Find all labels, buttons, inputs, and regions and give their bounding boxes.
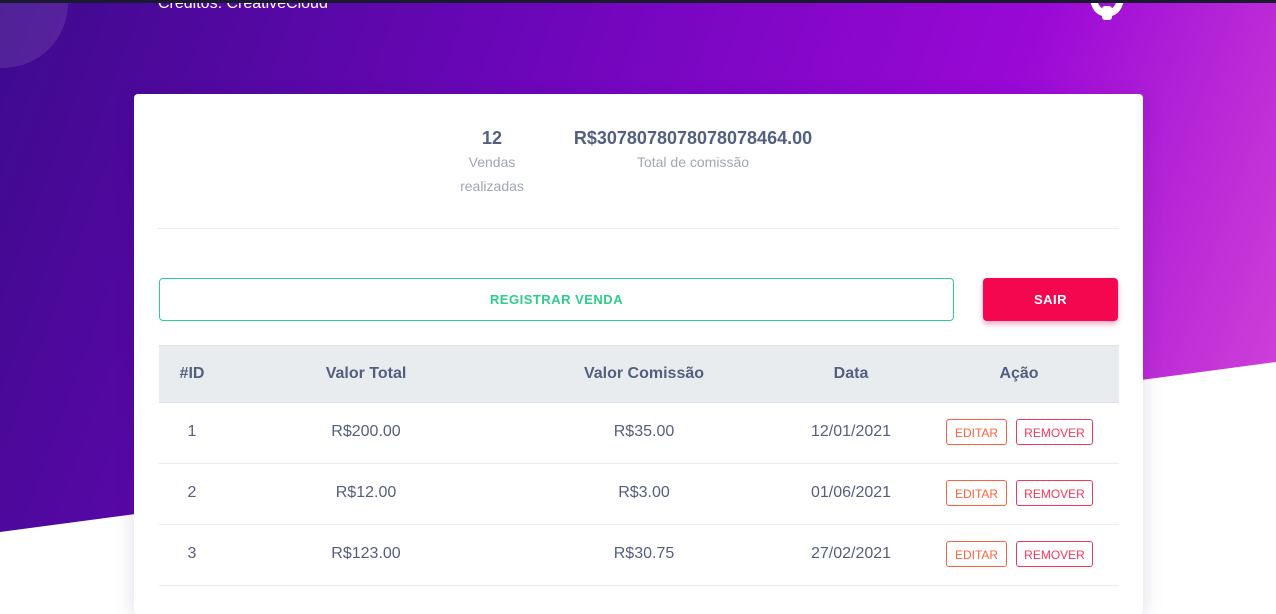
cell-total: R$200.00 [331, 423, 401, 440]
edit-button[interactable]: EDITAR [946, 541, 1007, 567]
edit-button[interactable]: EDITAR [946, 419, 1007, 445]
cell-commission: R$35.00 [613, 423, 675, 440]
column-header-action: Ação [999, 365, 1039, 382]
cell-total: R$123.00 [331, 545, 401, 562]
exit-button[interactable]: SAIR [983, 278, 1118, 321]
cell-commission: R$3.00 [618, 484, 670, 501]
register-sale-button[interactable]: REGISTRAR VENDA [159, 278, 954, 321]
table-header-row: #ID Valor Total Valor Comissão Data Ação [159, 345, 1119, 403]
sales-count-label: Vendas realizadas [460, 154, 524, 194]
sales-count-value: 12 [481, 128, 503, 148]
table-row: 3 R$123.00 R$30.75 27/02/2021 EDITAR REM… [159, 525, 1119, 586]
column-header-total: Valor Total [325, 365, 407, 382]
commission-total-label: Total de comissão [636, 154, 750, 170]
cell-id: 2 [187, 484, 197, 501]
cell-date: 12/01/2021 [810, 423, 892, 440]
table-row: 1 R$200.00 R$35.00 12/01/2021 EDITAR REM… [159, 403, 1119, 464]
edit-button[interactable]: EDITAR [946, 480, 1007, 506]
cell-id: 1 [187, 423, 197, 440]
stats-divider [158, 228, 1119, 229]
window-top-border [0, 0, 1276, 3]
cell-total: R$12.00 [335, 484, 397, 501]
remove-button[interactable]: REMOVER [1016, 419, 1093, 445]
column-header-date: Data [833, 365, 869, 382]
commission-total-value: R$3078078078078078464.00 [573, 128, 813, 148]
github-icon[interactable] [1086, 0, 1128, 26]
column-header-id: #ID [179, 365, 205, 382]
sales-card: 12 Vendas realizadas R$30780780780780784… [134, 94, 1143, 614]
sales-table: #ID Valor Total Valor Comissão Data Ação… [159, 345, 1119, 586]
cell-date: 27/02/2021 [810, 545, 892, 562]
cell-date: 01/06/2021 [810, 484, 892, 501]
cell-id: 3 [187, 545, 197, 562]
table-row: 2 R$12.00 R$3.00 01/06/2021 EDITAR REMOV… [159, 464, 1119, 525]
sales-count-stat: 12 Vendas realizadas [450, 126, 534, 198]
remove-button[interactable]: REMOVER [1016, 480, 1093, 506]
column-header-commission: Valor Comissão [583, 365, 705, 382]
commission-total-stat: R$3078078078078078464.00 Total de comiss… [566, 126, 820, 174]
cell-commission: R$30.75 [613, 545, 675, 562]
remove-button[interactable]: REMOVER [1016, 541, 1093, 567]
